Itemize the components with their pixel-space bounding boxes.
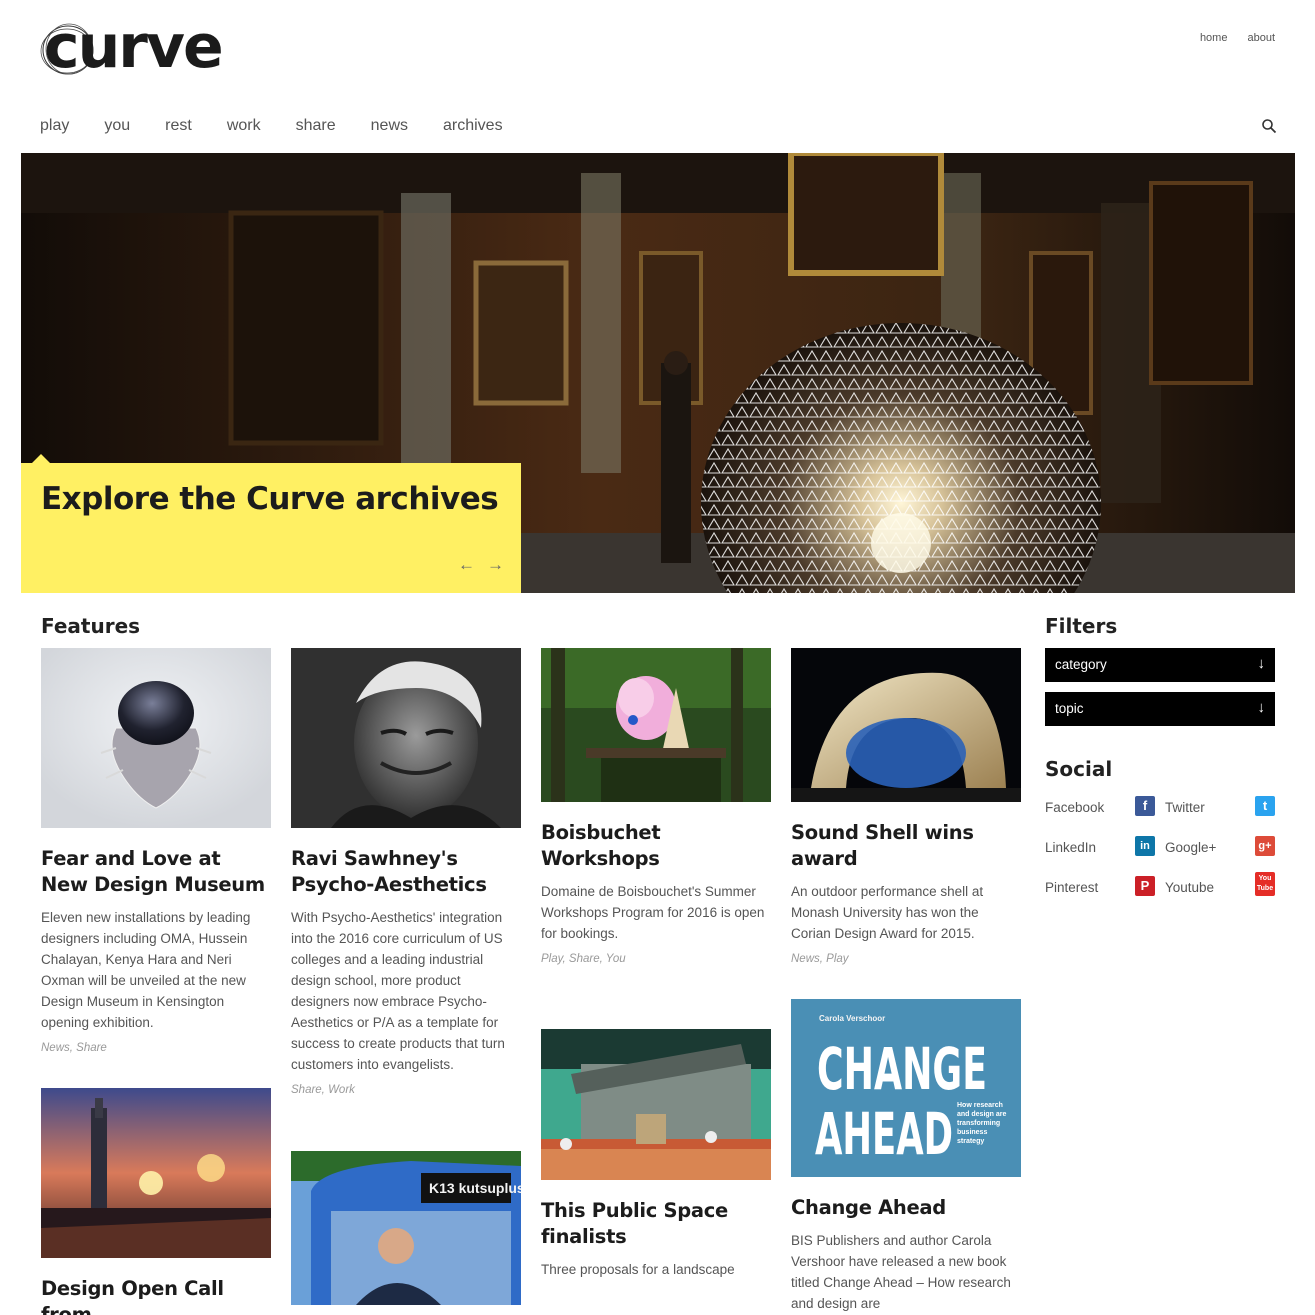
linkedin-icon[interactable]: in (1135, 836, 1155, 856)
book-title-change: CHANGE (817, 1035, 987, 1103)
card-summary: Three proposals for a landscape (541, 1262, 735, 1277)
card-image[interactable]: K13 kutsuplus.fi (291, 1151, 521, 1305)
card-summary: An outdoor performance shell at Monash U… (791, 884, 984, 941)
card-summary: With Psycho-Aesthetics' integration into… (291, 910, 505, 1072)
book-author-text: Carola Verschoor (819, 1014, 885, 1023)
card-title[interactable]: Change Ahead (791, 1195, 1021, 1221)
features-heading: Features (41, 614, 141, 638)
nav-item-archives[interactable]: archives (443, 117, 503, 135)
feature-card[interactable]: Sound Shell wins award An outdoor perfor… (791, 648, 1021, 965)
card-image[interactable] (541, 648, 771, 802)
feature-card[interactable]: Ravi Sawhney's Psycho-Aesthetics With Ps… (291, 648, 521, 1096)
card-image[interactable] (791, 648, 1021, 802)
nav-item-work[interactable]: work (227, 117, 261, 135)
book-subtitle-line: and design are (957, 1111, 1007, 1118)
logo-text: curve (44, 12, 224, 82)
card-image[interactable] (291, 648, 521, 828)
search-icon[interactable] (1261, 118, 1277, 134)
card-image[interactable] (41, 1088, 271, 1258)
social-link-linkedin[interactable]: LinkedIn (1045, 840, 1096, 855)
social-link-google-plus[interactable]: Google+ (1165, 840, 1216, 855)
hero-caption: Explore the Curve archives ← → (21, 454, 521, 593)
card-title[interactable]: Boisbuchet Workshops (541, 820, 771, 872)
social-link-facebook[interactable]: Facebook (1045, 800, 1104, 815)
prev-arrow-icon[interactable]: ← (458, 555, 475, 575)
book-subtitle-line: How research (957, 1102, 1003, 1109)
facebook-icon[interactable]: f (1135, 796, 1155, 816)
book-subtitle-line: strategy (957, 1138, 984, 1145)
card-summary: BIS Publishers and author Carola Vershoo… (791, 1233, 1011, 1311)
card-tags[interactable]: News, Share (41, 1042, 271, 1054)
card-title[interactable]: Ravi Sawhney's Psycho-Aesthetics (291, 846, 521, 898)
social-link-youtube[interactable]: Youtube (1165, 880, 1214, 895)
card-summary: Eleven new installations by leading desi… (41, 910, 251, 1030)
top-utility-nav: home about (1200, 32, 1275, 44)
card-title[interactable]: This Public Space finalists (541, 1198, 771, 1250)
bus-sign-text: K13 kutsuplus.fi (429, 1180, 521, 1196)
topic-filter-dropdown[interactable]: topic ↓ (1045, 692, 1275, 726)
card-title[interactable]: Sound Shell wins award (791, 820, 1021, 872)
social-heading: Social (1045, 757, 1113, 781)
google-plus-icon[interactable]: g+ (1255, 836, 1275, 856)
card-image[interactable]: Carola Verschoor CHANGE AHEAD How resear… (791, 999, 1021, 1177)
nav-item-share[interactable]: share (296, 117, 336, 135)
hero-title[interactable]: Explore the Curve archives (41, 481, 499, 517)
arrow-down-icon: ↓ (1257, 655, 1266, 672)
filter-label: category (1055, 657, 1107, 672)
youtube-icon[interactable]: You Tube (1255, 872, 1275, 896)
book-subtitle-line: transforming (957, 1120, 1000, 1127)
card-tags[interactable]: Play, Share, You (541, 953, 771, 965)
nav-item-rest[interactable]: rest (165, 117, 192, 135)
social-link-twitter[interactable]: Twitter (1165, 800, 1205, 815)
card-image[interactable] (41, 648, 271, 828)
nav-item-play[interactable]: play (40, 117, 69, 135)
feature-card[interactable]: Fear and Love at New Design Museum Eleve… (41, 648, 271, 1054)
feature-card[interactable]: Boisbuchet Workshops Domaine de Boisbouc… (541, 648, 771, 965)
twitter-icon[interactable]: t (1255, 796, 1275, 816)
feature-card[interactable]: Carola Verschoor CHANGE AHEAD How resear… (791, 999, 1021, 1314)
social-link-pinterest[interactable]: Pinterest (1045, 880, 1098, 895)
feature-card[interactable]: Design Open Call from (41, 1088, 271, 1315)
category-filter-dropdown[interactable]: category ↓ (1045, 648, 1275, 682)
hero-slider[interactable]: Explore the Curve archives ← → (21, 153, 1295, 593)
next-arrow-icon[interactable]: → (487, 555, 504, 575)
book-title-ahead: AHEAD (815, 1100, 953, 1168)
nav-about-link[interactable]: about (1247, 32, 1275, 44)
pinterest-icon[interactable]: P (1135, 876, 1155, 896)
nav-item-news[interactable]: news (371, 117, 408, 135)
card-image[interactable] (541, 1029, 771, 1180)
card-tags[interactable]: News, Play (791, 953, 1021, 965)
filters-heading: Filters (1045, 614, 1118, 638)
nav-item-you[interactable]: you (104, 117, 130, 135)
feature-card[interactable]: This Public Space finalists Three propos… (541, 1029, 771, 1280)
card-summary: Domaine de Boisbouchet's Summer Workshop… (541, 884, 765, 941)
card-title[interactable]: Fear and Love at New Design Museum (41, 846, 271, 898)
arrow-down-icon: ↓ (1257, 699, 1266, 716)
nav-home-link[interactable]: home (1200, 32, 1228, 44)
card-tags[interactable]: Share, Work (291, 1084, 521, 1096)
main-nav: play you rest work share news archives (40, 117, 503, 135)
book-subtitle-line: business (957, 1129, 987, 1136)
card-title[interactable]: Design Open Call from (41, 1276, 271, 1315)
filter-label: topic (1055, 701, 1084, 716)
curve-logo[interactable]: curve (40, 12, 240, 82)
feature-card[interactable]: K13 kutsuplus.fi (291, 1151, 521, 1305)
